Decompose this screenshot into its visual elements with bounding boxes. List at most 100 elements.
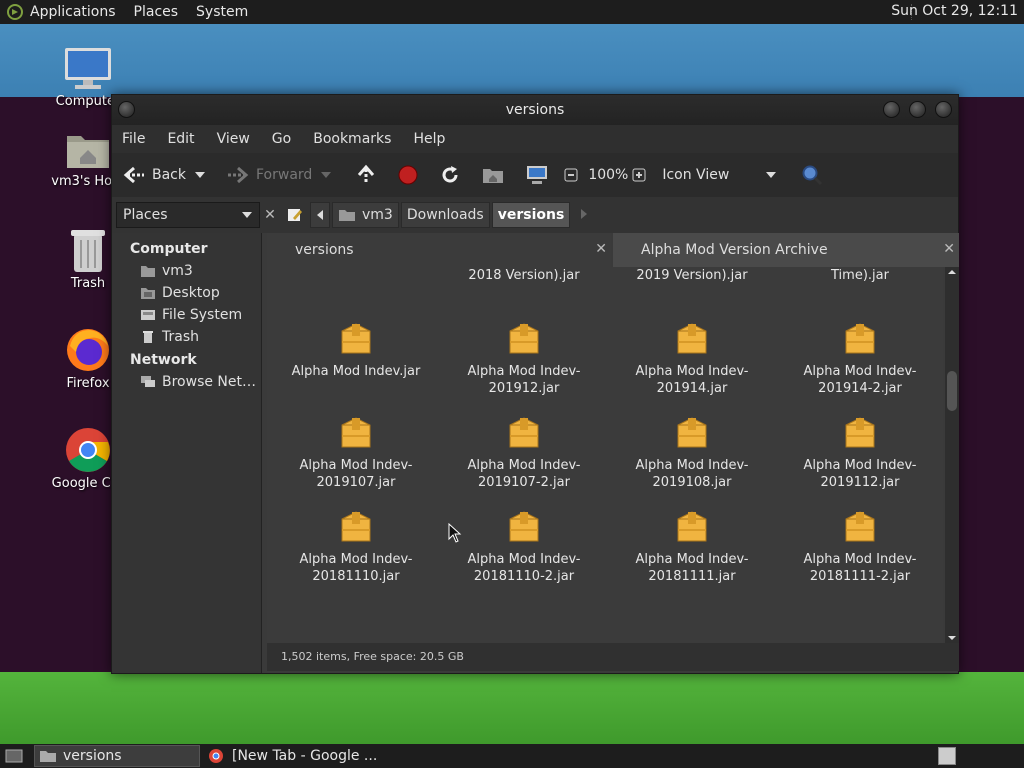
clock[interactable]: Sun Oct 29, 12:11 — [891, 3, 1018, 19]
reload-button[interactable] — [440, 165, 466, 185]
home-folder-icon — [483, 169, 504, 183]
file-name: Alpha Mod Final Version (For Real This T… — [831, 268, 889, 283]
scroll-down-arrow-icon[interactable] — [945, 633, 959, 643]
file-item[interactable]: Alpha Mod Indev-2019108.jar — [617, 415, 767, 491]
file-name: Alpha Mod Final Version (April Fools 201… — [468, 268, 580, 283]
computer-icon — [65, 48, 111, 89]
scroll-up-arrow-icon[interactable] — [945, 267, 959, 277]
menu-bookmarks[interactable]: Bookmarks — [313, 131, 391, 147]
file-item[interactable]: Alpha Mod Indev.jar — [281, 321, 431, 380]
sidebar-item-trash[interactable]: Trash — [112, 326, 261, 348]
zoom-level[interactable]: 100% — [588, 167, 628, 183]
taskbar-item-versions[interactable]: versions — [34, 745, 200, 767]
zoom-in-button[interactable] — [632, 168, 652, 182]
zoom-out-button[interactable] — [564, 168, 584, 182]
minimize-button[interactable] — [883, 101, 900, 118]
jar-package-icon — [677, 417, 707, 448]
close-sidebar-icon[interactable]: ✕ — [260, 207, 280, 223]
jar-package-icon — [845, 323, 875, 354]
up-button[interactable] — [356, 164, 382, 186]
breadcrumb-left-arrow[interactable] — [310, 202, 330, 228]
file-item[interactable]: Alpha Mod Indev-2019107-2.jar — [449, 415, 599, 491]
menu-view[interactable]: View — [217, 131, 250, 147]
close-tab-icon[interactable]: ✕ — [943, 241, 955, 257]
places-menu[interactable]: Places — [134, 4, 179, 20]
jar-package-icon — [845, 511, 875, 542]
trash-icon — [143, 331, 153, 343]
back-history-dropdown[interactable] — [194, 171, 212, 179]
applications-menu[interactable]: Applications — [30, 4, 116, 20]
file-item[interactable]: Alpha Mod Final Version (April Fools 201… — [449, 267, 599, 284]
taskbar-item-chrome[interactable]: [New Tab - Google ... — [204, 745, 404, 767]
file-item[interactable]: Alpha Mod Indev-201914-2.jar — [785, 321, 935, 397]
tab-label: versions — [295, 242, 354, 258]
mouse-cursor-icon — [448, 523, 462, 543]
close-tab-icon[interactable]: ✕ — [595, 241, 607, 257]
window-menu-button[interactable] — [118, 101, 135, 118]
vertical-scrollbar[interactable] — [945, 267, 959, 643]
search-button[interactable] — [801, 164, 829, 186]
file-name: Alpha Mod Indev-2019107-2.jar — [467, 458, 581, 490]
breadcrumb-versions[interactable]: versions — [491, 202, 571, 228]
menu-help[interactable]: Help — [413, 131, 445, 147]
view-mode-select[interactable]: Icon View — [662, 167, 783, 183]
taskbar-item-label: [New Tab - Google ... — [232, 748, 378, 764]
sidebar-item-file-system[interactable]: File System — [112, 304, 261, 326]
file-item[interactable]: Alpha Mod Indev-20181111.jar — [617, 509, 767, 585]
sidebar-item-label: vm3 — [162, 263, 193, 279]
file-item[interactable]: Alpha Mod Indev-201912.jar — [449, 321, 599, 397]
sidebar-item-browse-network[interactable]: Browse Net… — [112, 371, 261, 393]
sidebar-places-select[interactable]: Places — [116, 202, 260, 228]
home-folder-icon — [339, 210, 355, 221]
file-item[interactable]: Alpha Mod Indev-20181110.jar — [281, 509, 431, 585]
computer-button[interactable] — [526, 165, 554, 185]
close-window-button[interactable] — [935, 101, 952, 118]
home-button[interactable] — [482, 166, 510, 184]
chevron-down-icon — [321, 172, 332, 178]
icon-view[interactable]: Alpha Mod Classic.jarAlpha Mod Final Ver… — [267, 267, 943, 643]
breadcrumb-vm3[interactable]: vm3 — [332, 202, 399, 228]
back-button[interactable]: Back — [122, 165, 186, 185]
file-name: Alpha Mod Indev-20181111.jar — [635, 552, 749, 584]
breadcrumb-right-arrow[interactable] — [580, 207, 588, 223]
window-titlebar[interactable]: versions — [112, 95, 958, 125]
file-item[interactable]: Alpha Mod Indev-20181110-2.jar — [449, 509, 599, 585]
forward-arrow-icon — [228, 166, 249, 184]
tab-alpha-mod-version-archive[interactable]: Alpha Mod Version Archive ✕ — [613, 233, 959, 267]
file-item[interactable]: Alpha Mod Indev-201914.jar — [617, 321, 767, 397]
sidebar-header-computer: Computer — [130, 241, 208, 257]
file-item[interactable]: Alpha Mod Indev-20181111-2.jar — [785, 509, 935, 585]
back-label: Back — [152, 167, 186, 183]
menu-go[interactable]: Go — [272, 131, 291, 147]
forward-history-dropdown[interactable] — [320, 171, 338, 179]
file-item[interactable]: Alpha Mod Indev-2019107.jar — [281, 415, 431, 491]
workspace-switcher[interactable] — [938, 747, 956, 765]
file-item[interactable]: Alpha Mod Final Version (For Real This T… — [785, 267, 935, 284]
stop-button[interactable] — [398, 165, 424, 185]
desktop-icon-label: Firefox — [66, 376, 110, 391]
sidebar-item-vm3[interactable]: vm3 — [112, 260, 261, 282]
jar-package-icon — [341, 417, 371, 448]
file-item[interactable]: Alpha Mod Indev-2019112.jar — [785, 415, 935, 491]
menu-edit[interactable]: Edit — [167, 131, 194, 147]
tab-label: Alpha Mod Version Archive — [641, 242, 828, 258]
show-desktop-button[interactable] — [0, 748, 28, 764]
jar-package-icon — [341, 323, 371, 354]
system-menu[interactable]: System — [196, 4, 248, 20]
scrollbar-thumb[interactable] — [947, 371, 957, 411]
breadcrumb-downloads[interactable]: Downloads — [400, 202, 490, 228]
places-select-label: Places — [123, 207, 168, 223]
file-item[interactable]: Alpha Mod Final Version (April Fools 201… — [617, 267, 767, 284]
file-name: Alpha Mod Indev.jar — [291, 364, 421, 379]
sidebar-item-desktop[interactable]: Desktop — [112, 282, 261, 304]
maximize-button[interactable] — [909, 101, 926, 118]
file-name: Alpha Mod Indev-201912.jar — [467, 364, 581, 396]
edit-location-button[interactable] — [280, 207, 310, 223]
desktop-folder-icon — [141, 288, 155, 299]
menu-file[interactable]: File — [122, 131, 145, 147]
desktop-icon-label: Trash — [70, 276, 106, 291]
jar-package-icon — [509, 417, 539, 448]
forward-button[interactable]: Forward — [226, 165, 312, 185]
distro-logo-icon[interactable] — [6, 3, 24, 21]
tab-versions[interactable]: versions ✕ — [267, 233, 611, 267]
